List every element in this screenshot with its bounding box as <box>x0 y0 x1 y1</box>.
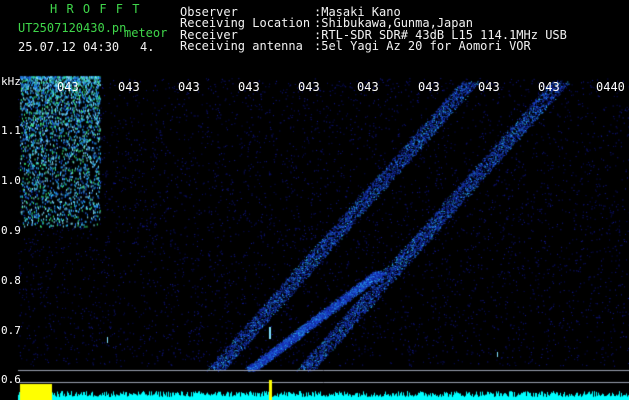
antenna-label: Receiving antenna <box>180 39 303 53</box>
time-label: 043 <box>418 80 440 94</box>
observation-datetime: 25.07.12 04:30 <box>18 40 120 54</box>
header-panel: H R O F F T UT2507120430.pn meteor 25.07… <box>0 0 629 72</box>
spectrogram-canvas <box>0 72 629 400</box>
time-label: 043 <box>57 80 79 94</box>
meteor-count: 4. <box>140 40 155 54</box>
time-label: 043 <box>357 80 379 94</box>
time-label: 043 <box>538 80 560 94</box>
frequency-tick-label: 0.9 <box>1 224 21 237</box>
meteor-tag: meteor <box>124 26 168 40</box>
frequency-tick-label: 1.0 <box>1 174 21 187</box>
time-label: 043 <box>238 80 260 94</box>
app-brand: H R O F F T <box>50 2 141 16</box>
image-filename: UT2507120430.pn <box>18 21 127 35</box>
time-label: 043 <box>118 80 140 94</box>
frequency-tick-label: 1.1 <box>1 124 21 137</box>
frequency-tick-label: 0.7 <box>1 324 21 337</box>
time-label: 043 <box>178 80 200 94</box>
frequency-tick-label: 0.6 <box>1 373 21 386</box>
antenna-value: :5el Yagi Az 20 for Aomori VOR <box>314 39 531 53</box>
time-label: 043 <box>298 80 320 94</box>
time-label: 0440 <box>596 80 625 94</box>
frequency-tick-label: 0.8 <box>1 274 21 287</box>
time-label: 043 <box>478 80 500 94</box>
frequency-unit-label: kHz <box>1 75 21 88</box>
